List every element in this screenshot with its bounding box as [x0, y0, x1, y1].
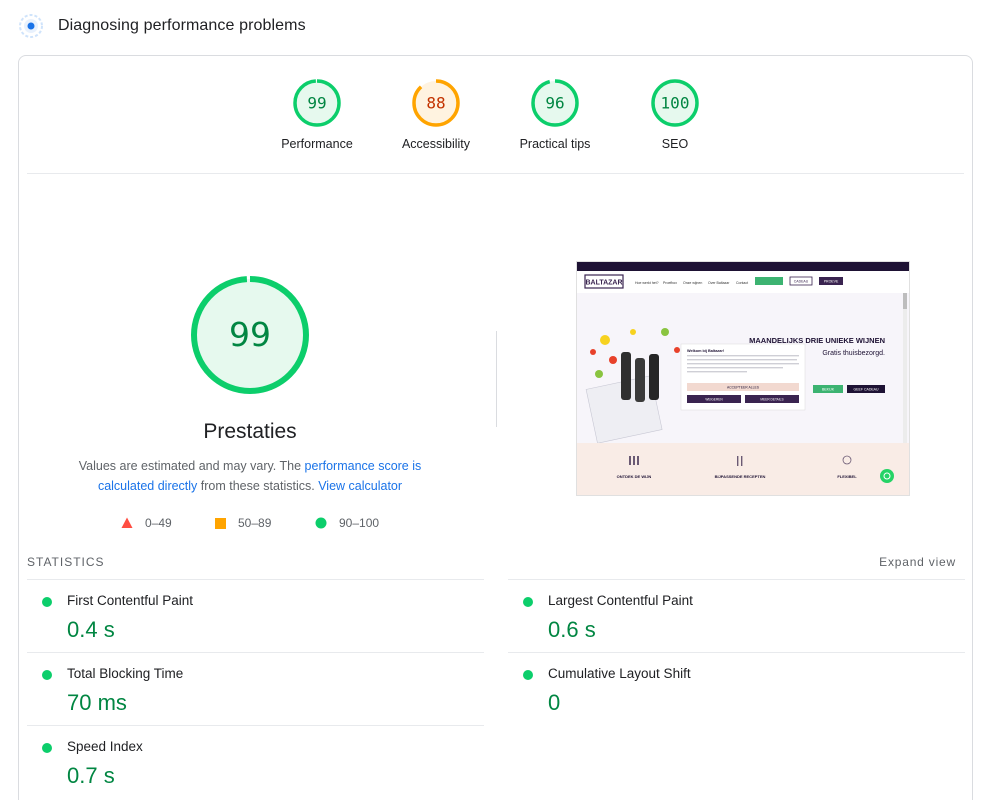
preview-nav-item: Proefbox: [663, 281, 677, 285]
gauge-score: 100: [661, 94, 690, 113]
metric-first-contentful-paint: First Contentful Paint 0.4 s: [27, 579, 484, 652]
gauge-score: 96: [545, 94, 564, 113]
preview-nav-item: Hoe werkt het?: [635, 281, 659, 285]
metric-value: 0.6 s: [548, 617, 596, 642]
metric-cumulative-layout-shift: Cumulative Layout Shift 0: [508, 652, 965, 725]
gauge-ring: 88: [412, 79, 460, 127]
view-calculator-link[interactable]: View calculator: [318, 479, 402, 493]
preview-cookie-title: Welkom bij Baltazar!: [687, 349, 724, 353]
preview-nav-button-label: CADEAU: [794, 280, 809, 284]
report-card: 99 Performance 88 Accessibility 96 Pract…: [18, 55, 973, 800]
legend-average: 50–89: [215, 516, 271, 530]
gauge-ring: 99: [293, 79, 341, 127]
gauge-seo[interactable]: 100 SEO: [620, 78, 730, 151]
brand-name: BALTAZAR: [585, 280, 622, 287]
gauge-performance[interactable]: 99 Performance: [262, 78, 372, 151]
metric-value: 0.4 s: [67, 617, 115, 642]
preview-cookie-accept: ACCEPTEER ALLES: [727, 386, 760, 390]
metric-largest-contentful-paint: Largest Contentful Paint 0.6 s: [508, 579, 965, 652]
score-note: Values are estimated and may vary. The p…: [67, 456, 433, 496]
preview-nav-button-label: PROEVE: [824, 280, 839, 284]
preview-feature-label: FLEXIBEL: [837, 474, 857, 479]
divider: [27, 173, 964, 174]
pass-indicator-icon: [523, 597, 533, 607]
preview-cookie-dialog: Welkom bij Baltazar! ACCEPTEER ALLES WEI…: [680, 343, 806, 411]
note-text: from these statistics.: [197, 479, 319, 493]
gauge-ring: 96: [531, 79, 579, 127]
circle-icon: [315, 517, 327, 529]
performance-title: Prestaties: [203, 420, 297, 443]
gauge-label: Practical tips: [519, 137, 591, 151]
page-title: Diagnosing performance problems: [58, 17, 306, 34]
gauge-score: 99: [307, 94, 326, 113]
metric-label: Speed Index: [67, 739, 143, 754]
metric-label: Total Blocking Time: [67, 666, 184, 681]
performance-score: 99: [229, 315, 271, 354]
preview-hero-subheading: Gratis thuisbezorgd.: [822, 350, 885, 357]
metric-value: 0: [548, 690, 561, 715]
expand-view-button[interactable]: Expand view: [879, 555, 956, 569]
performance-score-gauge: 99: [189, 274, 311, 396]
triangle-icon: [121, 517, 133, 528]
preview-nav-item: Contact: [736, 281, 748, 285]
gauge-accessibility[interactable]: 88 Accessibility: [381, 78, 491, 151]
gauge-ring: 100: [651, 79, 699, 127]
preview-feature-label: ONTDEK DE WIJN: [617, 474, 652, 479]
metric-value: 0.7 s: [67, 763, 115, 788]
legend-range: 50–89: [238, 516, 272, 530]
page-header: Diagnosing performance problems: [18, 12, 306, 40]
metric-value: 70 ms: [67, 690, 127, 715]
whatsapp-icon: [880, 469, 894, 483]
gauge-label: Performance: [281, 137, 353, 151]
metric-label: First Contentful Paint: [67, 593, 194, 608]
gauge-label: Accessibility: [401, 137, 471, 151]
legend-range: 0–49: [145, 516, 172, 530]
statistics-title: STATISTICS: [27, 555, 105, 569]
preview-nav-button: [755, 277, 783, 285]
legend-fail: 0–49: [121, 516, 172, 530]
square-icon: [215, 517, 226, 529]
page-screenshot[interactable]: BALTAZAR Hoe werkt het? Proefbox Onze wi…: [576, 261, 910, 496]
legend-pass: 90–100: [315, 516, 379, 530]
metric-label: Cumulative Layout Shift: [548, 666, 691, 681]
pass-indicator-icon: [523, 670, 533, 680]
legend-range: 90–100: [339, 516, 380, 530]
preview-hero-button-label: BEKIJK: [822, 388, 835, 392]
metric-label: Largest Contentful Paint: [548, 593, 693, 608]
preview-cookie-button: WEIGEREN: [705, 398, 723, 402]
preview-hero-button-label: GEEF CADEAU: [853, 388, 879, 392]
preview-nav-item: Onze wijnen: [683, 281, 702, 285]
lighthouse-icon: [18, 13, 44, 39]
gauge-label: SEO: [661, 137, 689, 151]
metric-speed-index: Speed Index 0.7 s: [27, 725, 484, 798]
category-gauges: 99 Performance 88 Accessibility 96 Pract…: [19, 78, 972, 178]
pass-indicator-icon: [42, 743, 52, 753]
note-text: Values are estimated and may vary. The: [78, 459, 305, 473]
pass-indicator-icon: [42, 670, 52, 680]
preview-hero-heading: MAANDELIJKS DRIE UNIEKE WIJNEN: [749, 336, 885, 345]
preview-nav-item: Over Baltazar: [708, 281, 730, 285]
gauge-practical-tips[interactable]: 96 Practical tips: [500, 78, 610, 151]
pass-indicator-icon: [42, 597, 52, 607]
preview-feature-label: BIJPASSENDE RECEPTEN: [715, 474, 766, 479]
gauge-score: 88: [426, 94, 445, 113]
divider: [496, 331, 497, 427]
preview-cookie-button: MEER DETAILS: [760, 398, 783, 402]
metric-total-blocking-time: Total Blocking Time 70 ms: [27, 652, 484, 725]
